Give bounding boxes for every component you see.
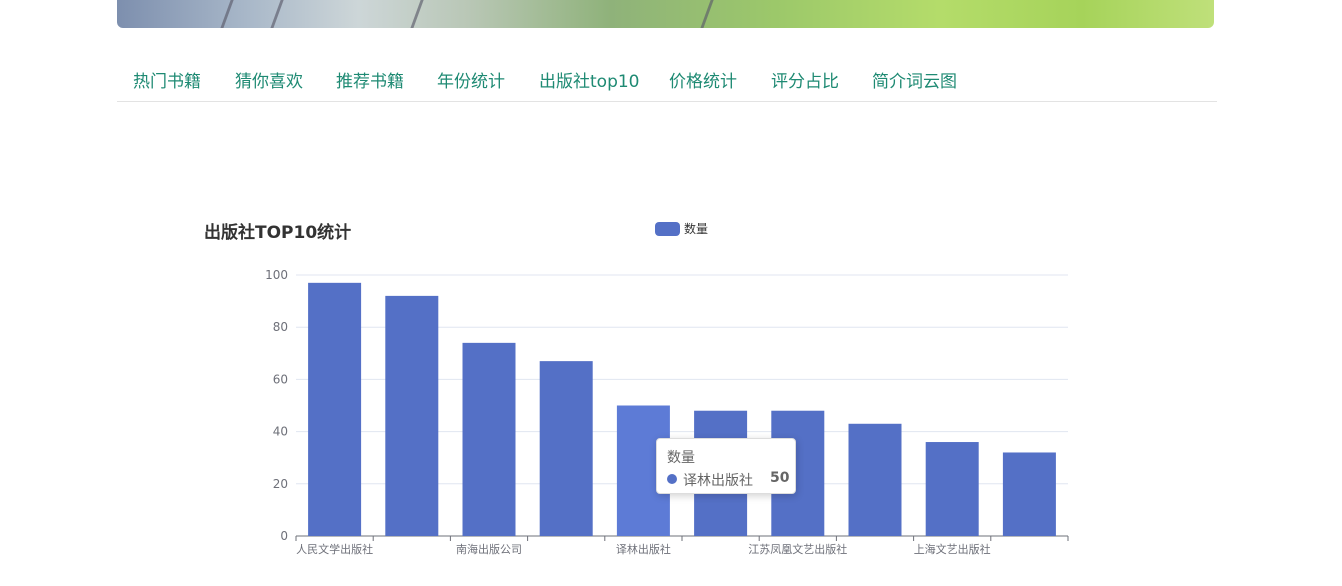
bar (539, 361, 593, 536)
tooltip-category: 译林出版社 (683, 473, 753, 489)
bar-chart: 020406080100人民文学出版社 南海出版公司 译林出版社 江苏凤凰文艺出版社上… (265, 268, 1069, 556)
x-tick-label: 南海出版公司 (456, 542, 522, 556)
bar (1002, 452, 1056, 536)
y-tick-label: 60 (273, 372, 288, 386)
bar (462, 342, 516, 536)
bar (848, 423, 902, 536)
y-tick-label: 0 (280, 529, 288, 543)
tooltip-value: 50 (770, 470, 790, 486)
y-tick-label: 80 (273, 320, 288, 334)
chart-tooltip: 数量 译林出版社 50 (656, 438, 796, 494)
y-tick-label: 40 (273, 425, 288, 439)
bar (925, 442, 979, 536)
x-tick-label: 译林出版社 (616, 542, 671, 556)
tooltip-title: 数量 (667, 450, 695, 466)
x-tick-label: 江苏凤凰文艺出版社 (748, 542, 847, 556)
bar (308, 282, 362, 536)
y-tick-label: 20 (273, 477, 288, 491)
bar (385, 295, 439, 536)
y-tick-label: 100 (265, 268, 288, 282)
tooltip-series-dot (667, 474, 677, 484)
x-tick-label: 上海文艺出版社 (914, 542, 991, 556)
x-tick-label: 人民文学出版社 (296, 542, 373, 556)
